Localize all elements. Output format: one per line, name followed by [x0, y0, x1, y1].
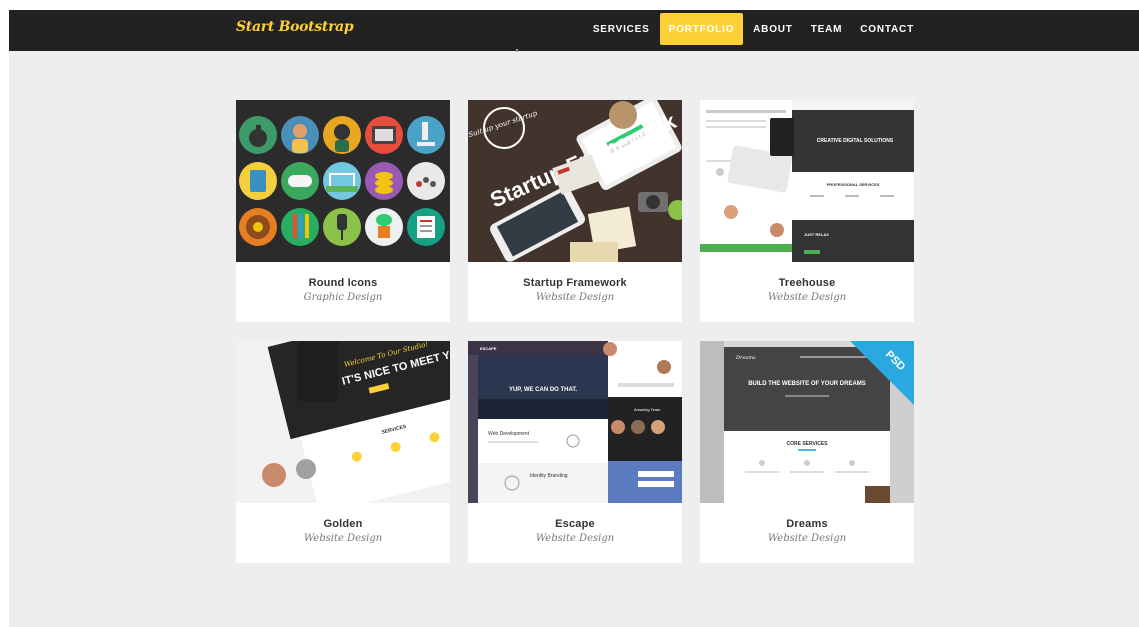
portfolio-thumbnail[interactable]: [236, 100, 450, 262]
treehouse-cta-text: JUST RELAX: [804, 232, 829, 237]
portfolio-category: Website Design: [535, 533, 615, 544]
portfolio-title: Round Icons: [308, 277, 378, 289]
portfolio-thumbnail[interactable]: CREATIVE DIGITAL SOLUTIONS PROFESSIONAL …: [700, 100, 914, 262]
portfolio-item-golden[interactable]: Welcome To Our Studio! IT'S NICE TO MEET…: [236, 341, 450, 563]
treehouse-services-text: PROFESSIONAL SERVICES: [827, 182, 880, 187]
portfolio-category: Website Design: [535, 292, 615, 303]
nav-link-contact[interactable]: Contact: [851, 13, 923, 45]
portfolio-item-round-icons[interactable]: Round Icons Graphic Design: [236, 100, 450, 322]
dreams-headline: BUILD THE WEBSITE OF YOUR DREAMS: [748, 381, 866, 387]
portfolio-category: Website Design: [767, 533, 847, 544]
nav-link-services[interactable]: Services: [584, 13, 659, 45]
browser-viewport: Start Bootstrap Services Portfolio About…: [9, 10, 1139, 627]
portfolio-caption: Startup Framework Website Design: [468, 262, 682, 322]
startup-framework-image: Suit up your startup Startup Framework: [468, 100, 682, 262]
portfolio-title: Treehouse: [778, 277, 836, 289]
brand-logo[interactable]: Start Bootstrap: [236, 19, 354, 35]
portfolio-category: Website Design: [303, 533, 383, 544]
escape-web-text: Web Development: [488, 431, 530, 437]
portfolio-thumbnail[interactable]: Welcome To Our Studio! IT'S NICE TO MEET…: [236, 341, 450, 503]
portfolio-title: Startup Framework: [523, 277, 627, 289]
treehouse-hero-text: CREATIVE DIGITAL SOLUTIONS: [817, 138, 894, 144]
portfolio-item-escape[interactable]: ESCAPE YUP, WE CAN DO THAT. Amazing Team…: [468, 341, 682, 563]
portfolio-item-startup-framework[interactable]: Suit up your startup Startup Framework S…: [468, 100, 682, 322]
portfolio-title: Golden: [323, 518, 363, 530]
escape-team-text: Amazing Team: [634, 407, 661, 412]
dreams-image: Dreams BUILD THE WEBSITE OF YOUR DREAMS …: [700, 341, 914, 503]
dreams-brand: Dreams: [735, 355, 756, 361]
divider-mark: [516, 49, 518, 52]
golden-image: Welcome To Our Studio! IT'S NICE TO MEET…: [236, 341, 450, 503]
portfolio-item-treehouse[interactable]: CREATIVE DIGITAL SOLUTIONS PROFESSIONAL …: [700, 100, 914, 322]
round-icons-image: [236, 100, 450, 262]
escape-brand: ESCAPE: [480, 346, 497, 351]
portfolio-thumbnail[interactable]: ESCAPE YUP, WE CAN DO THAT. Amazing Team…: [468, 341, 682, 503]
escape-headline: YUP, WE CAN DO THAT.: [509, 387, 577, 393]
portfolio-item-dreams[interactable]: Dreams BUILD THE WEBSITE OF YOUR DREAMS …: [700, 341, 914, 563]
escape-identity-text: Identity Branding: [530, 473, 568, 479]
portfolio-category: Website Design: [767, 292, 847, 303]
portfolio-caption: Dreams Website Design: [700, 503, 914, 563]
portfolio-caption: Golden Website Design: [236, 503, 450, 563]
portfolio-title: Dreams: [786, 518, 828, 530]
portfolio-caption: Escape Website Design: [468, 503, 682, 563]
portfolio-category: Graphic Design: [303, 292, 383, 303]
treehouse-image: CREATIVE DIGITAL SOLUTIONS PROFESSIONAL …: [700, 100, 914, 262]
portfolio-title: Escape: [555, 518, 595, 530]
nav-link-team[interactable]: Team: [802, 13, 852, 45]
dreams-services-text: CORE SERVICES: [786, 441, 828, 447]
nav-menu: Services Portfolio About Team Contact: [584, 13, 923, 45]
nav-link-portfolio[interactable]: Portfolio: [659, 13, 744, 45]
portfolio-thumbnail[interactable]: Suit up your startup Startup Framework: [468, 100, 682, 262]
portfolio-grid: Round Icons Graphic Design Suit up your …: [236, 100, 914, 564]
nav-link-about[interactable]: About: [744, 13, 802, 45]
portfolio-caption: Treehouse Website Design: [700, 262, 914, 322]
escape-image: ESCAPE YUP, WE CAN DO THAT. Amazing Team…: [468, 341, 682, 503]
portfolio-thumbnail[interactable]: Dreams BUILD THE WEBSITE OF YOUR DREAMS …: [700, 341, 914, 503]
navbar: Start Bootstrap Services Portfolio About…: [9, 10, 1139, 51]
portfolio-caption: Round Icons Graphic Design: [236, 262, 450, 322]
